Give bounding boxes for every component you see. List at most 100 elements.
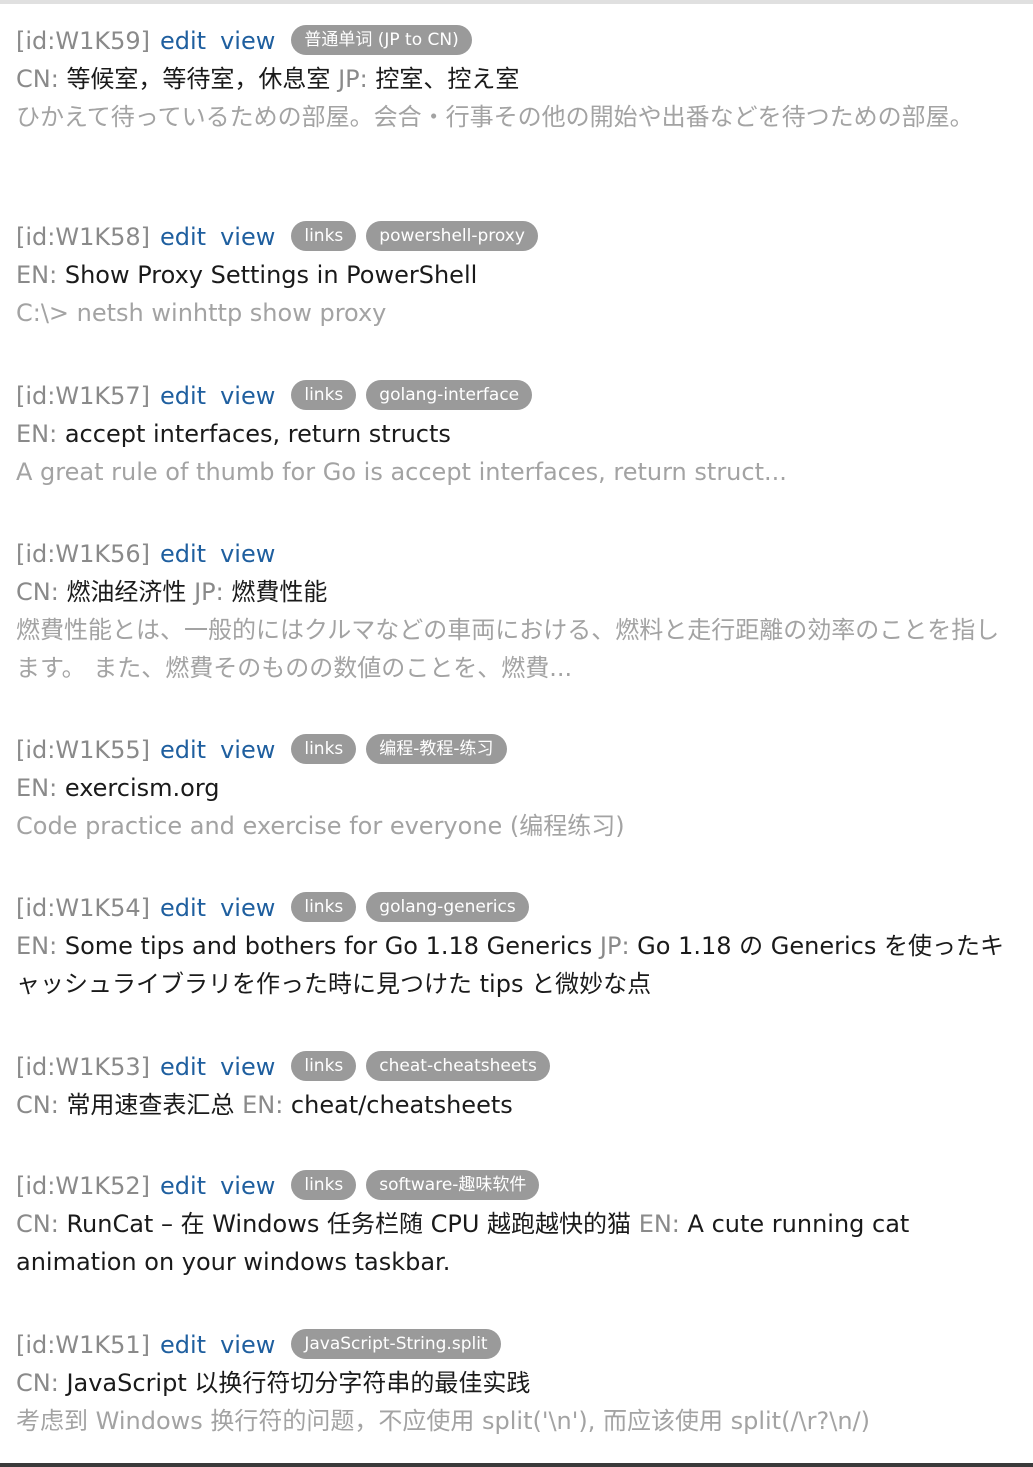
- entry-header: [id:W1K51] edit view JavaScript-String.spli…: [16, 1326, 1016, 1364]
- edit-link[interactable]: edit: [160, 894, 206, 922]
- tag-badge[interactable]: golang-interface: [366, 380, 533, 410]
- view-link[interactable]: view: [220, 894, 275, 922]
- entry-id: [id:W1K58]: [16, 223, 150, 251]
- entry-header: [id:W1K55] edit view links 编程-教程-练习: [16, 731, 1016, 769]
- tag-badge[interactable]: links: [291, 221, 357, 251]
- entry-description: A great rule of thumb for Go is accept i…: [16, 458, 787, 486]
- translation-text: cheat/cheatsheets: [290, 1091, 513, 1119]
- view-link[interactable]: view: [220, 1172, 275, 1200]
- language-label: JP:: [338, 65, 368, 93]
- entry-translation: EN: Some tips and bothers for Go 1.18 Ge…: [16, 927, 1016, 1003]
- translation-text: exercism.org: [64, 774, 220, 802]
- language-label: EN:: [16, 932, 58, 960]
- translation-text: 控室、控え室: [375, 65, 520, 93]
- language-label: EN:: [16, 420, 58, 448]
- language-label: CN:: [16, 65, 59, 93]
- edit-link[interactable]: edit: [160, 27, 206, 55]
- entry-id: [id:W1K59]: [16, 27, 150, 55]
- edit-link[interactable]: edit: [160, 1053, 206, 1081]
- entry-translation: EN: exercism.org: [16, 769, 1016, 807]
- edit-link[interactable]: edit: [160, 540, 206, 568]
- entry-translation: EN: Show Proxy Settings in PowerShell: [16, 256, 1016, 294]
- entry-translation: CN: 燃油经济性 JP: 燃費性能: [16, 573, 1016, 611]
- entry-translation: CN: JavaScript 以换行符切分字符串的最佳实践: [16, 1364, 1016, 1402]
- tag-badge[interactable]: links: [291, 380, 357, 410]
- tag-badge[interactable]: powershell-proxy: [366, 221, 538, 251]
- language-label: JP:: [194, 578, 224, 606]
- entry-item: [id:W1K52] edit view links software-趣味软件 CN: …: [16, 1167, 1016, 1281]
- tag-badge[interactable]: software-趣味软件: [366, 1170, 540, 1200]
- entry-id: [id:W1K56]: [16, 540, 150, 568]
- language-label: CN:: [16, 1210, 59, 1238]
- entry-description: ひかえて待っているための部屋。会合・行事その他の開始や出番などを待つための部屋。: [16, 103, 974, 131]
- entry-header: [id:W1K52] edit view links software-趣味软件: [16, 1167, 1016, 1205]
- edit-link[interactable]: edit: [160, 1172, 206, 1200]
- tag-badge[interactable]: 普通单词 (JP to CN): [291, 25, 472, 55]
- language-label: EN:: [16, 774, 58, 802]
- entry-translation: CN: 常用速查表汇总 EN: cheat/cheatsheets: [16, 1086, 1016, 1124]
- tag-badge[interactable]: links: [291, 892, 357, 922]
- entry-item: [id:W1K51] edit view JavaScript-String.spli…: [16, 1326, 1016, 1440]
- entry-item: [id:W1K55] edit view links 编程-教程-练习 EN: exerc…: [16, 731, 1016, 845]
- language-label: EN:: [16, 261, 58, 289]
- entry-item: [id:W1K56] edit view CN: 燃油经济性 JP: 燃費性能 燃費性能…: [16, 535, 1016, 687]
- view-link[interactable]: view: [220, 736, 275, 764]
- translation-text: JavaScript 以换行符切分字符串的最佳实践: [66, 1369, 531, 1397]
- edit-link[interactable]: edit: [160, 736, 206, 764]
- edit-link[interactable]: edit: [160, 382, 206, 410]
- view-link[interactable]: view: [220, 1331, 275, 1359]
- translation-text: Some tips and bothers for Go 1.18 Generi…: [64, 932, 593, 960]
- translation-text: 等候室，等待室，休息室: [66, 65, 331, 93]
- language-label: JP:: [599, 932, 630, 960]
- translation-text: 常用速查表汇总: [66, 1091, 235, 1119]
- language-label: CN:: [16, 1369, 59, 1397]
- view-link[interactable]: view: [220, 223, 275, 251]
- view-link[interactable]: view: [220, 1053, 275, 1081]
- view-link[interactable]: view: [220, 382, 275, 410]
- entry-description: 燃費性能とは、一般的にはクルマなどの車両における、燃料と走行距離の効率のことを指…: [16, 616, 1000, 682]
- tag-badge[interactable]: JavaScript-String.split: [291, 1329, 501, 1359]
- tag-badge[interactable]: golang-generics: [366, 892, 529, 922]
- translation-text: 燃油经济性: [66, 578, 187, 606]
- entry-header: [id:W1K58] edit view links powershell-proxy: [16, 218, 1016, 256]
- translation-text: 燃費性能: [231, 578, 328, 606]
- view-link[interactable]: view: [220, 27, 275, 55]
- entry-id: [id:W1K52]: [16, 1172, 150, 1200]
- entry-id: [id:W1K55]: [16, 736, 150, 764]
- language-label: EN:: [638, 1210, 680, 1238]
- entry-item: [id:W1K53] edit view links cheat-cheatsheets…: [16, 1048, 1016, 1124]
- entry-description: 考虑到 Windows 换行符的问题，不应使用 split('\n'), 而应该…: [16, 1407, 870, 1435]
- entry-header: [id:W1K53] edit view links cheat-cheatsheets: [16, 1048, 1016, 1086]
- edit-link[interactable]: edit: [160, 1331, 206, 1359]
- entry-item: [id:W1K58] edit view links powershell-proxy E…: [16, 218, 1016, 332]
- language-label: CN:: [16, 578, 59, 606]
- entry-id: [id:W1K57]: [16, 382, 150, 410]
- entry-id: [id:W1K54]: [16, 894, 150, 922]
- edit-link[interactable]: edit: [160, 223, 206, 251]
- entry-header: [id:W1K56] edit view: [16, 535, 1016, 573]
- entry-id: [id:W1K51]: [16, 1331, 150, 1359]
- entry-id: [id:W1K53]: [16, 1053, 150, 1081]
- top-border: [0, 0, 1033, 4]
- translation-text: Show Proxy Settings in PowerShell: [64, 261, 478, 289]
- tag-badge[interactable]: links: [291, 1170, 357, 1200]
- translation-text: RunCat – 在 Windows 任务栏随 CPU 越跑越快的猫: [66, 1210, 632, 1238]
- tag-badge[interactable]: 编程-教程-练习: [366, 734, 507, 764]
- tag-badge[interactable]: links: [291, 734, 357, 764]
- bottom-border: [0, 1463, 1033, 1467]
- language-label: EN:: [242, 1091, 284, 1119]
- entry-translation: CN: 等候室，等待室，休息室 JP: 控室、控え室: [16, 60, 1016, 98]
- entry-translation: CN: RunCat – 在 Windows 任务栏随 CPU 越跑越快的猫 E…: [16, 1205, 1016, 1281]
- translation-text: accept interfaces, return structs: [64, 420, 451, 448]
- entry-header: [id:W1K54] edit view links golang-generics: [16, 889, 1016, 927]
- tag-badge[interactable]: links: [291, 1051, 357, 1081]
- entry-item: [id:W1K57] edit view links golang-interface E…: [16, 377, 1016, 491]
- entry-item: [id:W1K59] edit view 普通单词 (JP to CN) CN: 等候室…: [16, 22, 1016, 136]
- entry-item: [id:W1K54] edit view links golang-generics EN…: [16, 889, 1016, 1003]
- entry-header: [id:W1K57] edit view links golang-interface: [16, 377, 1016, 415]
- view-link[interactable]: view: [220, 540, 275, 568]
- tag-badge[interactable]: cheat-cheatsheets: [366, 1051, 550, 1081]
- entry-description: Code practice and exercise for everyone …: [16, 812, 625, 840]
- entry-header: [id:W1K59] edit view 普通单词 (JP to CN): [16, 22, 1016, 60]
- entry-translation: EN: accept interfaces, return structs: [16, 415, 1016, 453]
